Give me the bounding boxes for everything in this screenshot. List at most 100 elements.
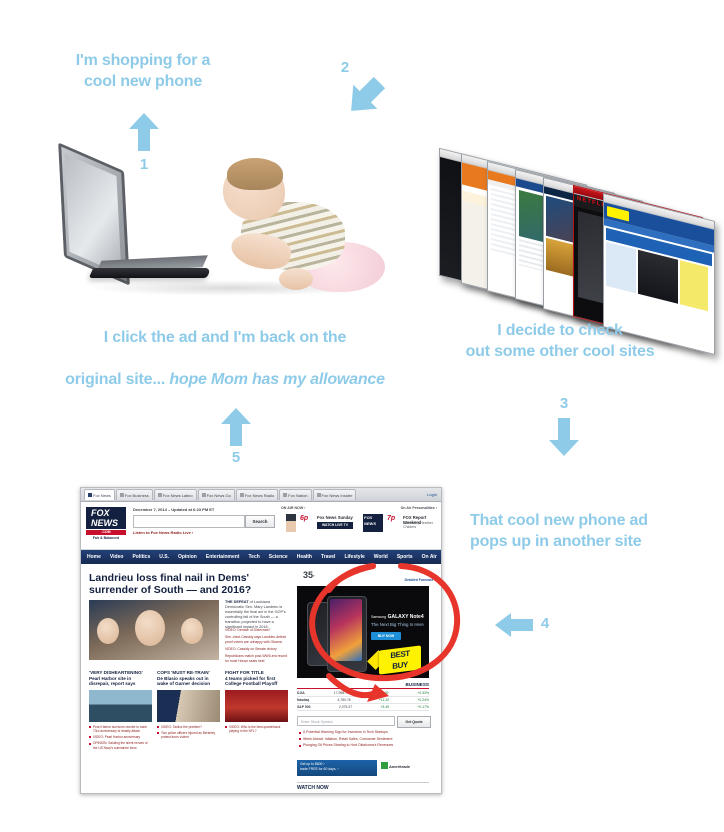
related-link[interactable]: VIDEO: Demise of Dixiecrats? — [225, 628, 289, 633]
nav-item-health[interactable]: Health — [297, 554, 312, 560]
browser-tab-fox-news-latino[interactable]: Fox News Latino — [153, 489, 197, 500]
logo-dotcom: .COM — [86, 530, 126, 535]
ameritrade-label: Ameritrade — [388, 764, 411, 769]
photo-face — [135, 610, 165, 646]
tab-label: Fox News Go — [206, 492, 231, 498]
card-image[interactable] — [225, 689, 288, 722]
weather-unit: º — [313, 574, 315, 579]
browser-tab-fox-news-go[interactable]: Fox News Go — [197, 489, 235, 500]
ticker-row: S&P 500 2,075.37 +3.45 +0.17% — [297, 704, 429, 711]
lead-story-summary: THE DEFEAT of Louisiana Democratic Sen. … — [225, 600, 289, 630]
caption-step-3-line-2: out some other cool sites — [465, 343, 655, 360]
business-link[interactable]: A Potential Warning Sign for Investors i… — [299, 730, 429, 735]
ticker-change: +3.45 — [380, 705, 390, 709]
card-headline[interactable]: Pearl Harbor site in disrepair, report s… — [89, 676, 152, 687]
watch-live-tv-button[interactable]: WATCH LIVE TV — [317, 522, 353, 529]
nav-item-us[interactable]: U.S. — [159, 554, 169, 560]
card-links: VIDEO: Tactics the problem? Two police o… — [157, 725, 220, 740]
radio-live-link[interactable]: Listen to Fox News Radio Live › — [133, 530, 193, 535]
card-link[interactable]: OPINION: Saluting the silent heroes of t… — [89, 741, 152, 750]
nav-item-politics[interactable]: Politics — [132, 554, 150, 560]
browser-tab-fox-business[interactable]: Fox Business — [115, 489, 153, 500]
weather-widget[interactable]: 35º — [303, 570, 314, 580]
promo-line-2: trade FREE for 60 days. › — [300, 767, 339, 771]
card-links: Pearl Harbor survivors reunite to mark 7… — [89, 725, 152, 750]
lead-story-image[interactable] — [89, 600, 219, 660]
nav-item-lifestyle[interactable]: Lifestyle — [344, 554, 364, 560]
caption-step-1: I'm shopping for a cool new phone — [75, 52, 211, 90]
nav-item-world[interactable]: World — [374, 554, 388, 560]
ticker-name: Nasdaq — [297, 698, 310, 702]
business-headlines-list: A Potential Warning Sign for Investors i… — [299, 730, 429, 750]
samsung-galaxy-note4-advertisement[interactable]: Samsung GALAXY Note4 The Next Big Thing … — [297, 586, 429, 678]
related-link[interactable]: VIDEO: Cassidy on Senate victory — [225, 647, 289, 652]
card-link[interactable]: VIDEO: Tactics the problem? — [157, 725, 220, 729]
card-image[interactable] — [89, 689, 152, 722]
caption-step-5-italic: hope Mom has my allowance — [169, 371, 385, 388]
on-air-show-title[interactable]: Fox News Sunday — [317, 515, 353, 520]
card-headline[interactable]: 4 teams picked for first College Footbal… — [225, 676, 288, 687]
logo-line-1: FOX — [91, 508, 110, 518]
card-link[interactable]: VIDEO: Pearl Harbor anniversary — [89, 735, 152, 739]
ad-phone-screen — [330, 599, 362, 661]
ticker-value: 4,780.76 — [337, 698, 351, 702]
card-image[interactable] — [157, 689, 220, 722]
ticker-percent: +0.33% — [417, 691, 429, 695]
card-headline[interactable]: De Blasio speaks out in wake of Garner d… — [157, 676, 220, 687]
baby-hair — [227, 158, 283, 190]
detailed-forecast-link[interactable]: Detailed Forecast › — [405, 578, 435, 582]
photo-face — [97, 618, 119, 644]
browser-tab-fox-news-insider[interactable]: Fox News Insider — [312, 489, 357, 500]
ameritrade-logo: Ameritrade — [381, 762, 410, 769]
login-link[interactable]: Login — [427, 492, 437, 497]
business-link[interactable]: Plunging Oil Prices Starting to Hurt Okl… — [299, 743, 429, 748]
on-air-personalities-label[interactable]: On Air Personalities › — [401, 506, 437, 510]
site-search-input[interactable] — [133, 515, 245, 528]
caption-step-5-line-1: I click the ad and I'm back on the — [103, 329, 347, 346]
step-number-2: 2 — [340, 59, 350, 76]
weather-temp: 35 — [303, 570, 314, 580]
card-link[interactable]: Two police officers injured as Berkeley … — [157, 731, 220, 739]
ameritrade-promo-banner[interactable]: Get up to $600 › trade FREE for 60 days.… — [297, 760, 377, 776]
site-search-button[interactable]: Search — [245, 515, 275, 528]
nav-item-on-air[interactable]: On Air — [422, 554, 437, 560]
lead-story-related-links: VIDEO: Demise of Dixiecrats? Sen.-elect … — [225, 628, 289, 666]
ad-buy-now-button[interactable]: BUY NOW — [371, 632, 401, 640]
card-links: VIDEO: Who is the best quarterback playi… — [225, 725, 288, 733]
story-card[interactable]: FIGHT FOR TITLE 4 teams picked for first… — [225, 670, 288, 752]
on-air-host-thumbnail — [286, 514, 296, 532]
story-card[interactable]: 'VERY DISHEARTENING' Pearl Harbor site i… — [89, 670, 152, 752]
get-quote-button[interactable]: Get Quote — [397, 716, 431, 728]
nav-item-opinion[interactable]: Opinion — [178, 554, 197, 560]
ticker-change: +58.69 — [377, 691, 389, 695]
lede-rest: of Louisiana Democratic Sen. Mary Landri… — [225, 600, 286, 629]
nav-item-tech[interactable]: Tech — [248, 554, 259, 560]
arrow-step-4 — [495, 612, 533, 638]
browser-tab-fox-nation[interactable]: Fox Nation — [279, 489, 312, 500]
browser-window-stack: NETFLIX — [435, 147, 715, 355]
nav-item-video[interactable]: Video — [110, 554, 124, 560]
browser-tab-fox-news[interactable]: Fox News — [84, 489, 115, 500]
card-link[interactable]: VIDEO: Who is the best quarterback playi… — [225, 725, 288, 733]
story-card[interactable]: COPS 'MUST RE-TRAIN' De Blasio speaks ou… — [157, 670, 220, 752]
browser-tab-bar: Fox News Fox Business Fox News Latino Fo… — [81, 488, 441, 502]
nav-item-science[interactable]: Science — [269, 554, 288, 560]
watch-now-section-title: WATCH NOW — [297, 782, 429, 791]
fox-news-logo[interactable]: FOX NEWS .COM Fair & Balanced — [86, 507, 126, 543]
logo-line-2: NEWS — [91, 518, 118, 528]
nav-item-sports[interactable]: Sports — [397, 554, 413, 560]
related-link[interactable]: Republicans match post-WWII-era record f… — [225, 654, 289, 664]
lede-bold: THE DEFEAT — [225, 600, 249, 604]
stock-symbol-input[interactable]: Enter Stock Symbol — [297, 716, 395, 726]
card-link[interactable]: Pearl Harbor survivors reunite to mark 7… — [89, 725, 152, 733]
browser-tab-fox-news-radio[interactable]: Fox News Radio — [235, 489, 279, 500]
business-link[interactable]: Week Ahead: Inflation, Retail Sales, Con… — [299, 737, 429, 742]
related-link[interactable]: Sen.-elect Cassidy says Landrieu defeat … — [225, 635, 289, 645]
nav-item-travel[interactable]: Travel — [321, 554, 335, 560]
nav-item-entertainment[interactable]: Entertainment — [206, 554, 240, 560]
on-air-now-label: ON AIR NOW › — [281, 506, 306, 510]
lead-story-headline[interactable]: Landrieu loss final nail in Dems' surren… — [89, 572, 289, 596]
fox-main-content: Landrieu loss final nail in Dems' surren… — [81, 564, 441, 793]
nav-item-home[interactable]: Home — [87, 554, 101, 560]
best-buy-logo[interactable]: BEST BUY — [379, 645, 421, 675]
